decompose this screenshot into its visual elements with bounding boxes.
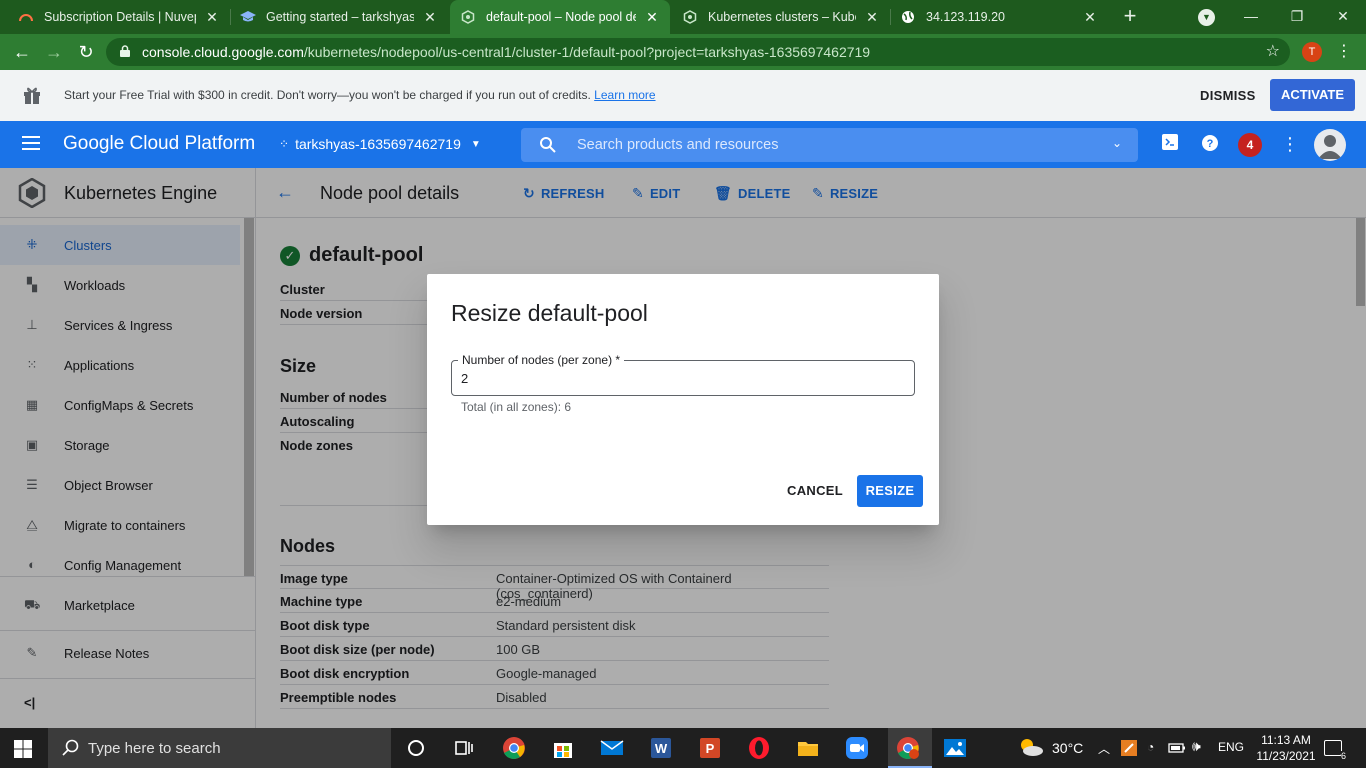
dismiss-button[interactable]: DISMISS xyxy=(1200,88,1256,103)
action-center-icon[interactable]: 6 xyxy=(1324,740,1346,761)
back-icon[interactable]: ← xyxy=(10,40,34,64)
node-count-input[interactable]: 2 xyxy=(461,371,468,386)
word-icon[interactable]: W xyxy=(649,736,673,760)
resize-button[interactable]: RESIZE xyxy=(857,475,923,507)
chevron-up-icon[interactable]: ︿ xyxy=(1098,740,1110,757)
browser-tab-strip: Subscription Details | Nuvepro ✕ Getting… xyxy=(0,0,1366,34)
search-bar[interactable]: Search products and resources ⌄ xyxy=(521,128,1138,162)
browser-tab-ip[interactable]: 34.123.119.20 ✕ xyxy=(890,0,1108,34)
cancel-button[interactable]: CANCEL xyxy=(779,475,851,507)
dialog-title: Resize default-pool xyxy=(451,300,648,326)
close-tab-icon[interactable]: ✕ xyxy=(1082,9,1098,26)
restore-icon[interactable]: ❐ xyxy=(1274,0,1320,34)
store-icon[interactable] xyxy=(551,736,575,760)
language-indicator[interactable]: ENG xyxy=(1218,740,1244,754)
zoom-icon[interactable] xyxy=(845,736,869,760)
new-tab-icon[interactable]: + xyxy=(1118,5,1142,29)
browser-tab-kubernetes-clusters[interactable]: Kubernetes clusters – Kubernetes Engine … xyxy=(672,0,890,34)
help-icon[interactable]: ? xyxy=(1200,134,1220,154)
weather-temperature[interactable]: 30°C xyxy=(1052,740,1083,756)
minimize-icon[interactable]: — xyxy=(1228,0,1274,34)
close-tab-icon[interactable]: ✕ xyxy=(422,9,438,26)
weather-icon[interactable] xyxy=(1018,737,1044,757)
browser-tab-default-pool[interactable]: default-pool – Node pool details ✕ xyxy=(450,0,670,34)
account-avatar-icon[interactable] xyxy=(1314,129,1346,161)
chrome-icon[interactable] xyxy=(502,736,526,760)
more-options-icon[interactable]: ⋮ xyxy=(1280,134,1300,154)
activate-button[interactable]: ACTIVATE xyxy=(1270,79,1355,111)
close-window-icon[interactable]: ✕ xyxy=(1320,0,1366,34)
bookmark-star-icon[interactable]: ☆ xyxy=(1266,41,1280,61)
nuvepro-icon xyxy=(18,9,34,25)
photos-icon[interactable] xyxy=(943,736,967,760)
free-trial-banner: Start your Free Trial with $300 in credi… xyxy=(0,70,1366,121)
chrome-menu-icon[interactable]: ⋮ xyxy=(1336,42,1352,62)
powerpoint-icon[interactable]: P xyxy=(698,736,722,760)
gcp-header: Google Cloud Platform ⁘ tarkshyas-163569… xyxy=(0,121,1366,168)
node-count-label: Number of nodes (per zone) * xyxy=(458,353,625,367)
profile-avatar[interactable]: T xyxy=(1302,42,1322,62)
battery-icon[interactable] xyxy=(1168,741,1186,755)
cortana-icon[interactable] xyxy=(404,736,428,760)
cloud-shell-icon[interactable] xyxy=(1160,134,1180,154)
mail-icon[interactable] xyxy=(600,736,624,760)
address-bar[interactable]: console.cloud.google.com/kubernetes/node… xyxy=(106,38,1290,66)
url-text: console.cloud.google.com/kubernetes/node… xyxy=(142,44,871,60)
browser-tab-subscription[interactable]: Subscription Details | Nuvepro ✕ xyxy=(8,0,230,34)
lock-icon xyxy=(120,45,130,57)
windows-start-icon[interactable] xyxy=(14,740,32,758)
browser-tab-getting-started[interactable]: Getting started – tarkshyas-163569746271… xyxy=(230,0,448,34)
learn-more-link[interactable]: Learn more xyxy=(594,88,655,102)
tab-search-icon[interactable]: ▼ xyxy=(1198,9,1215,26)
close-tab-icon[interactable]: ✕ xyxy=(204,9,220,26)
notifications-badge[interactable]: 4 xyxy=(1238,133,1262,157)
node-count-field[interactable]: Number of nodes (per zone) * 2 xyxy=(451,353,915,396)
globe-icon xyxy=(900,9,916,25)
task-view-icon[interactable] xyxy=(452,736,476,760)
svg-text:?: ? xyxy=(1207,138,1214,150)
project-icon: ⁘ xyxy=(279,137,290,151)
volume-icon[interactable]: 🕪 xyxy=(1192,738,1201,755)
svg-text:W: W xyxy=(655,741,668,756)
graduation-cap-icon xyxy=(240,9,256,25)
close-tab-icon[interactable]: ✕ xyxy=(864,9,880,26)
chrome-profile-icon[interactable] xyxy=(896,736,920,760)
clock[interactable]: 11:13 AM 11/23/2021 xyxy=(1252,732,1320,764)
forward-icon[interactable]: → xyxy=(42,40,66,64)
gcp-hex-icon xyxy=(682,9,698,25)
search-icon xyxy=(540,137,556,153)
project-selector[interactable]: ⁘ tarkshyas-1635697462719 ▼ xyxy=(279,136,481,152)
brand-title: Google Cloud Platform xyxy=(63,133,256,154)
opera-icon[interactable] xyxy=(747,736,771,760)
trial-message: Start your Free Trial with $300 in credi… xyxy=(64,88,656,102)
gcp-hex-icon xyxy=(460,9,476,25)
windows-taskbar: Type here to search W P 30°C ︿ ◔ 🕪 ENG 1… xyxy=(0,728,1366,768)
total-nodes-hint: Total (in all zones): 6 xyxy=(461,400,572,414)
wifi-icon[interactable]: ◔ xyxy=(1147,740,1154,754)
svg-text:P: P xyxy=(706,741,715,756)
search-icon xyxy=(62,739,79,756)
file-explorer-icon[interactable] xyxy=(796,736,820,760)
menu-icon[interactable] xyxy=(22,136,40,150)
expand-search-icon[interactable]: ⌄ xyxy=(1112,136,1122,150)
tray-app-icon[interactable] xyxy=(1120,739,1138,757)
close-tab-icon[interactable]: ✕ xyxy=(644,9,660,26)
taskbar-search[interactable]: Type here to search xyxy=(48,728,391,768)
browser-toolbar: ← → ↻ console.cloud.google.com/kubernete… xyxy=(0,34,1366,70)
resize-dialog: Resize default-pool Number of nodes (per… xyxy=(427,274,939,525)
dropdown-arrow-icon: ▼ xyxy=(470,138,481,150)
search-input[interactable]: Search products and resources xyxy=(577,137,779,153)
reload-icon[interactable]: ↻ xyxy=(74,40,98,64)
gift-icon xyxy=(24,87,40,104)
